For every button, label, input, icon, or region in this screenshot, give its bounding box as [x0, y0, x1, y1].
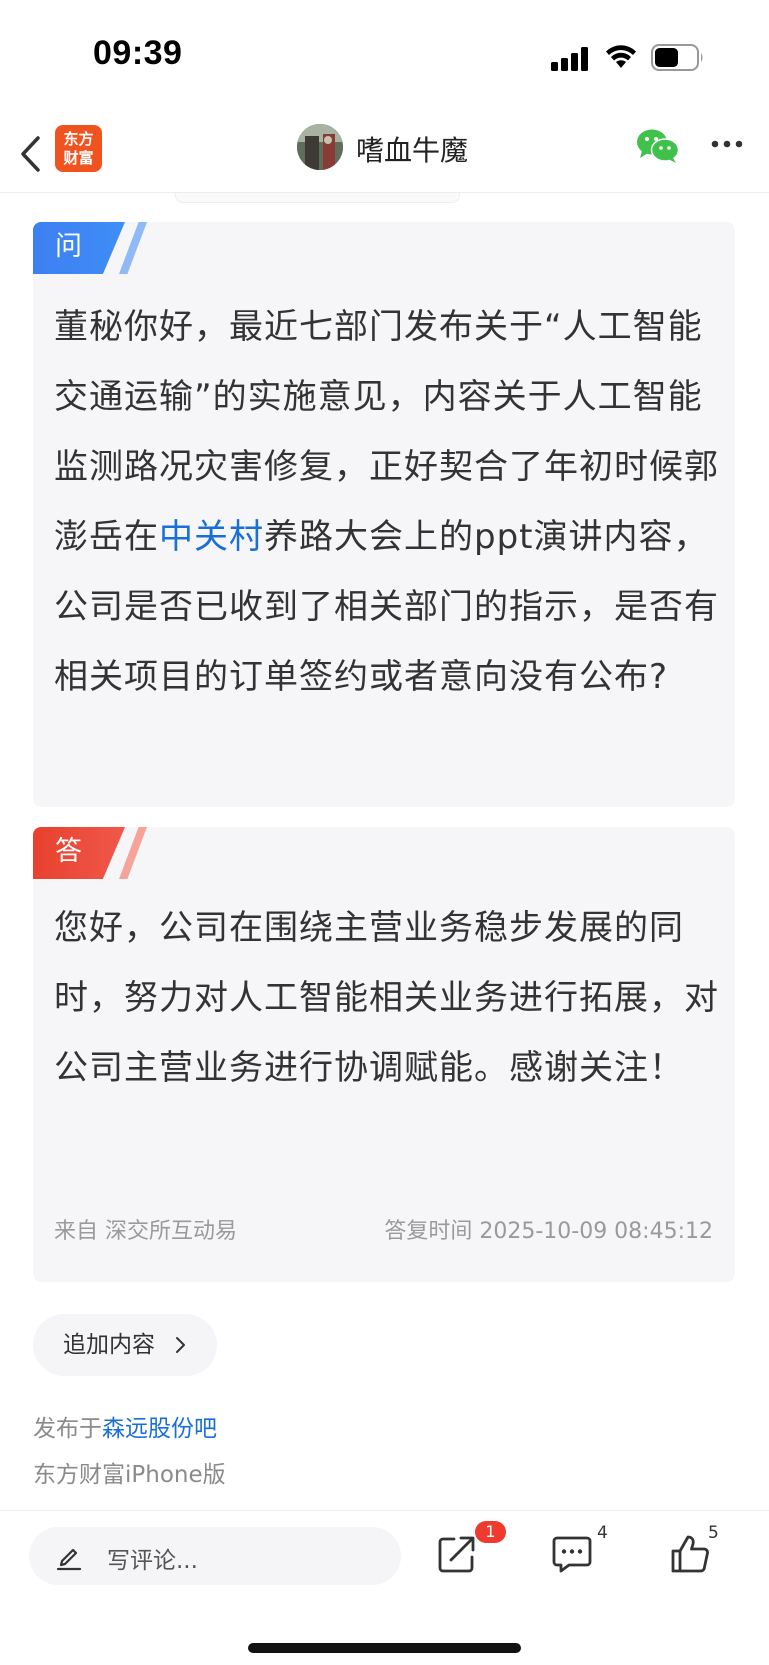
keyword-link[interactable]: 中关村	[159, 517, 264, 557]
comment-count: 4	[597, 1523, 608, 1543]
question-card: 问 董秘你好，最近七部门发布关于“人工智能 交通运输”的实施意见，内容关于人工智…	[33, 222, 735, 807]
publish-prefix: 发布于	[33, 1416, 102, 1442]
add-content-label: 追加内容	[63, 1332, 155, 1358]
author-name[interactable]: 嗜血牛魔	[356, 129, 468, 169]
add-content-button[interactable]: 追加内容	[33, 1314, 217, 1376]
wifi-icon	[606, 45, 636, 68]
chevron-right-icon	[176, 1337, 185, 1353]
forum-link[interactable]: 森远股份吧	[102, 1416, 217, 1442]
comment-placeholder: 写评论...	[107, 1548, 198, 1574]
question-tag-stripe	[119, 222, 147, 274]
more-icon[interactable]	[710, 139, 744, 149]
like-count: 5	[708, 1523, 719, 1543]
question-text: 董秘你好，最近七部门发布关于“人工智能 交通运输”的实施意见，内容关于人工智能监…	[54, 292, 720, 712]
share-badge: 1	[475, 1521, 506, 1543]
avatar[interactable]	[297, 124, 343, 170]
answer-source: 来自 深交所互动易	[54, 1219, 237, 1244]
thumbs-up-icon[interactable]	[669, 1533, 711, 1575]
question-tag: 问	[33, 222, 125, 274]
battery-icon	[651, 44, 703, 71]
wechat-icon[interactable]	[636, 128, 680, 164]
logo-line-2: 财富	[63, 149, 94, 167]
cellular-signal-icon	[551, 47, 588, 71]
comment-icon[interactable]	[551, 1533, 593, 1575]
status-bar: 09:39	[0, 0, 769, 110]
nav-bar: 东方 财富 嗜血牛魔	[0, 115, 769, 193]
answer-card: 答 您好，公司在围绕主营业务稳步发展的同时，努力对人工智能相关业务进行拓展，对公…	[33, 827, 735, 1282]
avatar-image-icon	[297, 124, 343, 170]
publish-info: 发布于森远股份吧	[33, 1409, 217, 1443]
collapsed-panel-edge	[175, 193, 460, 203]
pen-icon	[56, 1548, 82, 1571]
eastmoney-logo[interactable]: 东方 财富	[55, 125, 102, 172]
home-indicator[interactable]	[248, 1643, 521, 1653]
comment-input[interactable]: 写评论...	[29, 1527, 401, 1585]
answer-text: 您好，公司在围绕主营业务稳步发展的同时，努力对人工智能相关业务进行拓展，对公司主…	[54, 908, 719, 1088]
status-time: 09:39	[93, 34, 183, 72]
answer-tag: 答	[33, 827, 125, 879]
back-arrow-icon[interactable]	[14, 129, 48, 179]
answer-reply-time: 答复时间 2025-10-09 08:45:12	[384, 1219, 713, 1244]
platform-info: 东方财富iPhone版	[33, 1462, 226, 1488]
share-icon[interactable]	[436, 1533, 478, 1575]
logo-line-1: 东方	[63, 130, 94, 148]
answer-tag-stripe	[119, 827, 147, 879]
bottom-toolbar: 写评论... 1 4 5	[0, 1510, 769, 1630]
